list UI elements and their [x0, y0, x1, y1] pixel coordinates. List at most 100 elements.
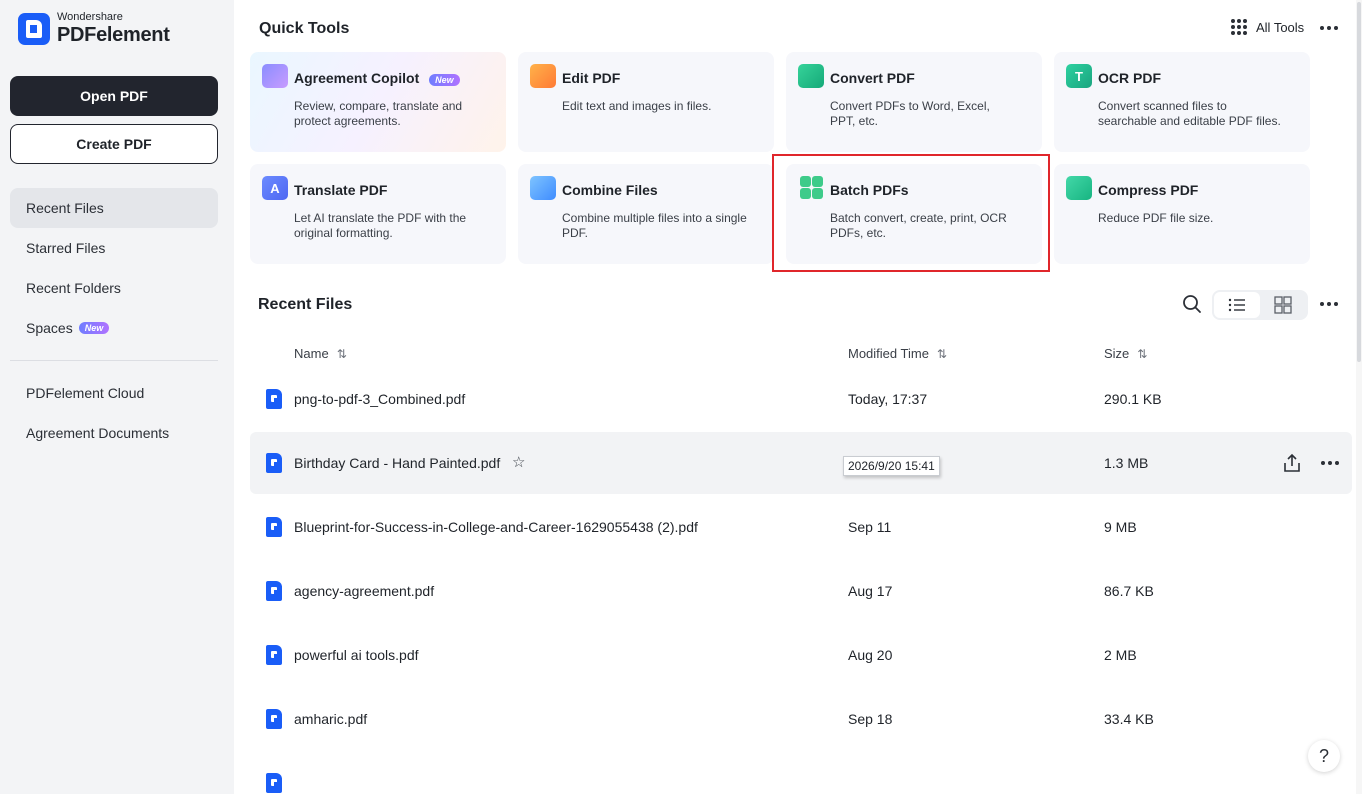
pdf-file-icon: [266, 709, 282, 729]
pdf-file-icon: [266, 581, 282, 601]
file-size: 33.4 KB: [1104, 711, 1154, 727]
tool-description: Convert PDFs to Word, Excel, PPT, etc.: [830, 99, 990, 128]
tool-combine-files[interactable]: Combine Files Combine multiple files int…: [518, 164, 774, 264]
edit-pdf-icon: [530, 64, 556, 88]
combine-files-icon: [530, 176, 556, 200]
selection-highlight: [772, 154, 1050, 272]
sidebar-item-label: Spaces: [26, 320, 73, 336]
translate-pdf-icon: A: [262, 176, 288, 200]
tool-title: Convert PDF: [830, 70, 915, 86]
star-icon[interactable]: ☆: [512, 453, 525, 471]
sidebar-item-pdfelement-cloud[interactable]: PDFelement Cloud: [10, 373, 218, 413]
file-row[interactable]: amharic.pdf Sep 18 33.4 KB: [250, 688, 1352, 750]
brand-name: Wondershare: [57, 11, 123, 23]
file-row[interactable]: png-to-pdf-3_Combined.pdf Today, 17:37 2…: [250, 368, 1352, 430]
sidebar-item-recent-files[interactable]: Recent Files: [10, 188, 218, 228]
tool-title: OCR PDF: [1098, 70, 1161, 86]
new-badge: New: [78, 322, 110, 334]
tool-description: Reduce PDF file size.: [1098, 211, 1214, 225]
tool-description: Convert scanned files to searchable and …: [1098, 99, 1281, 128]
sort-icon: ⇅: [936, 346, 947, 361]
column-header-modified[interactable]: Modified Time ⇅: [848, 346, 947, 361]
sidebar: Wondershare PDFelement Open PDF Create P…: [0, 0, 234, 794]
new-badge: New: [429, 74, 460, 86]
sidebar-item-recent-folders[interactable]: Recent Folders: [10, 268, 218, 308]
tool-compress-pdf[interactable]: Compress PDF Reduce PDF file size.: [1054, 164, 1310, 264]
file-modified: Aug 20: [848, 647, 893, 663]
file-modified: Today, 17:37: [848, 391, 928, 407]
pdf-file-icon: [266, 773, 282, 793]
all-tools-button[interactable]: All Tools: [1231, 19, 1304, 35]
sort-icon: ⇅: [336, 346, 347, 361]
tool-description: Let AI translate the PDF with the origin…: [294, 211, 467, 240]
file-row[interactable]: [250, 752, 1352, 794]
sort-icon: ⇅: [1137, 346, 1148, 361]
tool-edit-pdf[interactable]: Edit PDF Edit text and images in files.: [518, 52, 774, 152]
file-name: png-to-pdf-3_Combined.pdf: [294, 391, 466, 407]
sidebar-item-agreement-documents[interactable]: Agreement Documents: [10, 413, 218, 453]
agreement-copilot-icon: [262, 64, 288, 88]
file-modified: Aug 17: [848, 583, 893, 599]
tool-title: Edit PDF: [562, 70, 621, 86]
sidebar-item-label: Recent Folders: [26, 280, 121, 296]
file-name: Blueprint-for-Success-in-College-and-Car…: [294, 519, 698, 535]
tool-ocr-pdf[interactable]: T OCR PDF Convert scanned files to searc…: [1054, 52, 1310, 152]
view-toggle: [1212, 290, 1308, 320]
file-row[interactable]: Blueprint-for-Success-in-College-and-Car…: [250, 496, 1352, 558]
tool-description: Combine multiple files into a single PDF…: [562, 211, 747, 240]
tool-title: Agreement Copilot: [294, 70, 420, 86]
scrollbar-thumb[interactable]: [1357, 2, 1361, 362]
share-icon[interactable]: [1282, 453, 1302, 473]
more-icon[interactable]: [1320, 302, 1338, 306]
column-label: Name: [294, 346, 329, 361]
file-row[interactable]: agency-agreement.pdf Aug 17 86.7 KB: [250, 560, 1352, 622]
tool-convert-pdf[interactable]: Convert PDF Convert PDFs to Word, Excel,…: [786, 52, 1042, 152]
sidebar-item-starred-files[interactable]: Starred Files: [10, 228, 218, 268]
tool-agreement-copilot[interactable]: Agreement Copilot New Review, compare, t…: [250, 52, 506, 152]
all-tools-label: All Tools: [1256, 19, 1305, 35]
app-logo: Wondershare PDFelement: [18, 12, 170, 45]
sidebar-item-label: Agreement Documents: [26, 425, 170, 441]
product-name: PDFelement: [57, 24, 170, 46]
file-name: agency-agreement.pdf: [294, 583, 435, 599]
compress-pdf-icon: [1066, 176, 1092, 200]
main-content: Quick Tools All Tools Agreement Copilot …: [234, 0, 1362, 794]
tool-description: Review, compare, translate and protect a…: [294, 99, 463, 128]
list-view-icon: [1228, 298, 1245, 312]
sidebar-nav: Recent Files Starred Files Recent Folder…: [10, 188, 218, 453]
file-size: 86.7 KB: [1104, 583, 1154, 599]
file-name: powerful ai tools.pdf: [294, 647, 419, 663]
scrollbar[interactable]: [1356, 0, 1362, 794]
sidebar-item-spaces[interactable]: Spaces New: [10, 308, 218, 348]
file-name: amharic.pdf: [294, 711, 368, 727]
file-row[interactable]: powerful ai tools.pdf Aug 20 2 MB: [250, 624, 1352, 686]
pdf-file-icon: [266, 645, 282, 665]
open-pdf-button[interactable]: Open PDF: [10, 76, 218, 116]
row-more-icon[interactable]: [1321, 461, 1339, 465]
grid-view-button[interactable]: [1260, 292, 1306, 318]
more-icon[interactable]: [1320, 26, 1338, 30]
convert-pdf-icon: [798, 64, 824, 88]
column-label: Size: [1104, 346, 1130, 361]
tool-translate-pdf[interactable]: A Translate PDF Let AI translate the PDF…: [250, 164, 506, 264]
ocr-pdf-icon: T: [1066, 64, 1092, 88]
tool-title: Combine Files: [562, 182, 658, 198]
tool-title: Compress PDF: [1098, 182, 1199, 198]
file-row[interactable]: Birthday Card - Hand Painted.pdf ☆ 2026/…: [250, 432, 1352, 494]
file-size: 290.1 KB: [1104, 391, 1162, 407]
file-size: 1.3 MB: [1104, 455, 1149, 471]
file-modified: Sep 18: [848, 711, 893, 727]
sidebar-item-label: Recent Files: [26, 200, 104, 216]
tool-description: Edit text and images in files.: [562, 99, 712, 113]
column-label: Modified Time: [848, 346, 929, 361]
pdf-file-icon: [266, 389, 282, 409]
file-modified: Sep 11: [848, 519, 892, 535]
apps-grid-icon: [1231, 19, 1247, 35]
column-header-size[interactable]: Size ⇅: [1104, 346, 1147, 361]
create-pdf-button[interactable]: Create PDF: [10, 124, 218, 164]
search-icon[interactable]: [1182, 294, 1202, 314]
column-header-name[interactable]: Name ⇅: [294, 346, 347, 361]
help-button[interactable]: ?: [1308, 740, 1340, 772]
list-view-button[interactable]: [1214, 292, 1260, 318]
quick-tools-title: Quick Tools: [259, 20, 350, 37]
